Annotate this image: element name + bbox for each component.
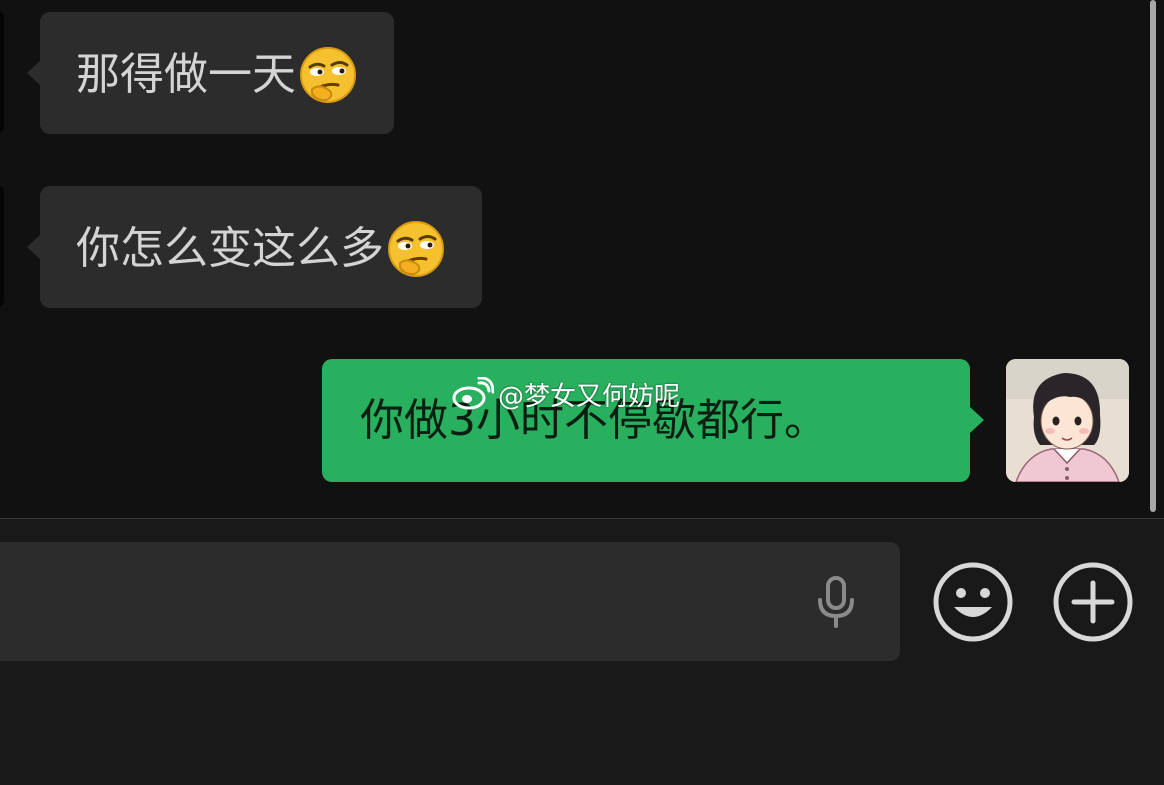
weibo-icon [452,377,494,410]
my-avatar[interactable] [1006,359,1129,482]
divider [0,518,1164,519]
message-text: 你怎么变这么多 [76,223,384,274]
message-text: 那得做一天 [76,49,296,100]
chat-screen: 那得做一天 你怎么变这么多 你做3小时不停歇都行。 @梦女又何妨呢 [0,0,1164,785]
contact-avatar[interactable] [0,186,4,306]
plus-circle-icon[interactable] [1052,561,1134,643]
watermark-text: @梦女又何妨呢 [498,381,681,412]
avatar-illustration [1006,359,1129,482]
thinking-smirk-emoji-icon [388,221,444,277]
thinking-smirk-emoji-icon [300,47,356,103]
watermark: @梦女又何妨呢 [452,374,680,414]
scrollbar[interactable] [1150,0,1156,512]
incoming-message-bubble[interactable]: 那得做一天 [27,12,394,134]
message-list[interactable]: 那得做一天 你怎么变这么多 你做3小时不停歇都行。 @梦女又何妨呢 [0,0,1164,518]
microphone-icon[interactable] [806,572,866,632]
smiley-face-icon[interactable] [932,561,1014,643]
message-input-field[interactable] [0,542,900,661]
contact-avatar[interactable] [0,12,4,132]
incoming-message-bubble[interactable]: 你怎么变这么多 [27,186,482,308]
